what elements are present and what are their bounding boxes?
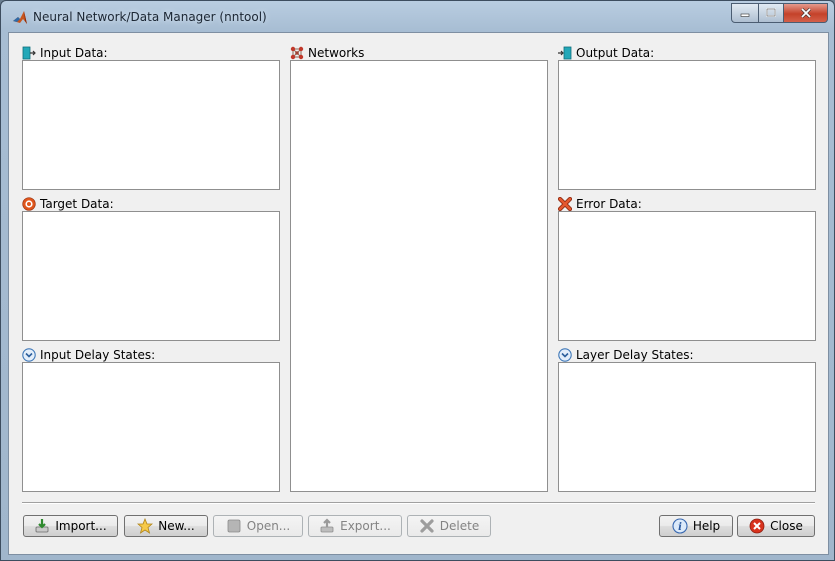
minimize-icon	[740, 13, 750, 17]
chevron-down-circle-icon	[558, 348, 572, 362]
error-data-label-row: Error Data:	[558, 196, 642, 212]
export-button[interactable]: Export...	[308, 515, 402, 537]
matlab-logo-icon	[13, 11, 27, 24]
open-button[interactable]: Open...	[213, 515, 303, 537]
output-data-icon	[558, 46, 572, 60]
input-data-label-row: Input Data:	[22, 45, 108, 61]
minimize-button[interactable]	[731, 3, 759, 23]
window-close-button[interactable]	[784, 3, 828, 23]
separator	[22, 502, 815, 504]
new-button[interactable]: New...	[124, 515, 208, 537]
chevron-down-circle-icon	[22, 348, 36, 362]
info-icon: i	[672, 518, 688, 534]
maximize-icon	[766, 8, 776, 17]
layer-delay-states-label-row: Layer Delay States:	[558, 347, 694, 363]
networks-label-row: Networks	[290, 45, 364, 61]
window-title: Neural Network/Data Manager (nntool)	[33, 10, 267, 24]
open-icon	[227, 519, 241, 533]
error-data-label: Error Data:	[576, 197, 642, 211]
layer-delay-states-label: Layer Delay States:	[576, 348, 694, 362]
star-icon	[137, 518, 154, 534]
import-icon	[35, 519, 49, 533]
input-delay-states-list[interactable]	[22, 362, 280, 492]
close-button-label: Close	[770, 519, 803, 533]
open-button-label: Open...	[246, 519, 291, 533]
target-data-label-row: Target Data:	[22, 196, 114, 212]
x-icon	[558, 197, 572, 211]
error-data-list[interactable]	[558, 211, 816, 341]
target-data-list[interactable]	[22, 211, 280, 341]
target-icon	[22, 197, 36, 211]
help-button-label: Help	[692, 519, 721, 533]
delete-button[interactable]: Delete	[407, 515, 491, 537]
new-button-label: New...	[158, 519, 195, 533]
delete-button-label: Delete	[439, 519, 480, 533]
input-delay-states-label-row: Input Delay States:	[22, 347, 155, 363]
close-circle-icon	[749, 518, 765, 534]
networks-list[interactable]	[290, 60, 548, 492]
output-data-label: Output Data:	[576, 46, 655, 60]
target-data-label: Target Data:	[40, 197, 114, 211]
input-data-label: Input Data:	[40, 46, 108, 60]
layer-delay-states-list[interactable]	[558, 362, 816, 492]
input-data-icon	[22, 46, 36, 60]
import-button[interactable]: Import...	[23, 515, 118, 537]
network-icon	[290, 46, 304, 60]
title-bar[interactable]: Neural Network/Data Manager (nntool)	[1, 1, 834, 33]
networks-label: Networks	[308, 46, 365, 60]
data-manager-content: Input Data: Target Data: Input Delay Sta…	[8, 32, 829, 555]
output-data-label-row: Output Data:	[558, 45, 654, 61]
close-icon	[800, 8, 811, 18]
window-controls	[731, 3, 828, 23]
maximize-button[interactable]	[759, 3, 784, 23]
export-button-label: Export...	[340, 519, 391, 533]
import-button-label: Import...	[55, 519, 107, 533]
nntool-window: Neural Network/Data Manager (nntool) Inp…	[0, 0, 835, 561]
x-icon	[420, 519, 434, 533]
help-button[interactable]: i Help	[659, 515, 733, 537]
svg-text:i: i	[678, 522, 682, 533]
close-button[interactable]: Close	[737, 515, 815, 537]
input-data-list[interactable]	[22, 60, 280, 190]
input-delay-states-label: Input Delay States:	[40, 348, 156, 362]
output-data-list[interactable]	[558, 60, 816, 190]
export-icon	[320, 518, 334, 533]
